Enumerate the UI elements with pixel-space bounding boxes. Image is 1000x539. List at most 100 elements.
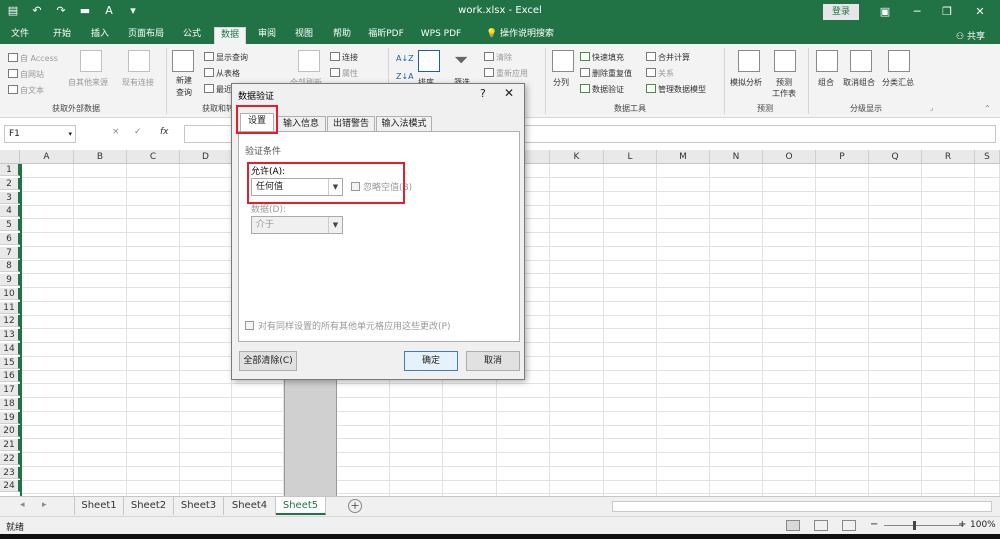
column-header-o[interactable]: O xyxy=(763,150,816,164)
column-header-s[interactable]: S xyxy=(975,150,1000,164)
subtotal-button[interactable]: 分类汇总 xyxy=(882,77,914,88)
from-table-button[interactable]: 从表格 xyxy=(204,68,240,79)
flash-fill-button[interactable]: 快速填充 xyxy=(580,52,624,63)
column-header-l[interactable]: L xyxy=(604,150,657,164)
row-header-1[interactable]: 1 xyxy=(0,164,20,176)
row-header-17[interactable]: 17 xyxy=(0,384,20,396)
remove-duplicates-button[interactable]: 删除重复值 xyxy=(580,68,632,79)
tab-ime-mode[interactable]: 输入法模式 xyxy=(376,116,432,132)
tab-view[interactable]: 视图 xyxy=(290,27,318,44)
column-header-c[interactable]: C xyxy=(127,150,180,164)
column-header-d[interactable]: D xyxy=(180,150,232,164)
select-all-corner[interactable] xyxy=(0,150,20,164)
consolidate-button[interactable]: 合并计算 xyxy=(646,52,690,63)
zoom-out-button[interactable]: − xyxy=(870,519,878,530)
zoom-level[interactable]: 100% xyxy=(970,520,996,530)
tab-review[interactable]: 审阅 xyxy=(253,27,281,44)
insert-function-icon[interactable]: fx xyxy=(160,127,169,137)
group-button[interactable]: 组合 xyxy=(818,77,834,88)
row-header-20[interactable]: 20 xyxy=(0,425,20,438)
help-icon[interactable]: ? xyxy=(480,87,486,100)
column-header-k[interactable]: K xyxy=(550,150,604,164)
share-button[interactable]: ⚇ 共享 xyxy=(956,29,985,42)
row-header-15[interactable]: 15 xyxy=(0,356,20,369)
cancel-icon[interactable]: × xyxy=(112,127,120,137)
column-header-q[interactable]: Q xyxy=(869,150,922,164)
sheet-tab-sheet4[interactable]: Sheet4 xyxy=(224,497,276,515)
zoom-slider-track[interactable] xyxy=(884,525,964,526)
sort-ascending-button[interactable]: A↓Z xyxy=(396,54,414,63)
manage-data-model-button[interactable]: 管理数据模型 xyxy=(646,84,706,95)
row-header-5[interactable]: 5 xyxy=(0,219,20,231)
column-header-n[interactable]: N xyxy=(710,150,763,164)
page-break-view-icon[interactable] xyxy=(842,520,856,531)
row-header-14[interactable]: 14 xyxy=(0,342,20,355)
outline-dialog-launcher-icon[interactable]: ⌟ xyxy=(930,104,933,112)
zoom-slider-handle[interactable] xyxy=(913,521,916,530)
row-header-18[interactable]: 18 xyxy=(0,397,20,410)
tab-help[interactable]: 帮助 xyxy=(328,27,356,44)
other-sources-button[interactable]: 自其他来源 xyxy=(68,77,108,88)
clear-filter-button[interactable]: 清除 xyxy=(484,52,512,63)
row-header-23[interactable]: 23 xyxy=(0,466,20,479)
relationships-button[interactable]: 关系 xyxy=(646,68,674,79)
column-header-m[interactable]: M xyxy=(657,150,710,164)
row-header-9[interactable]: 9 xyxy=(0,274,20,286)
row-header-2[interactable]: 2 xyxy=(0,177,20,190)
enter-icon[interactable]: ✓ xyxy=(134,127,142,137)
zoom-in-button[interactable]: + xyxy=(958,519,966,530)
tab-data[interactable]: 数据 xyxy=(214,27,246,44)
close-icon[interactable]: ✕ xyxy=(970,2,990,22)
sheet-nav-next-icon[interactable]: ▸ xyxy=(42,500,47,510)
column-header-a[interactable]: A xyxy=(20,150,74,164)
properties-button[interactable]: 属性 xyxy=(330,68,358,79)
apply-all-checkbox[interactable] xyxy=(245,321,254,330)
tab-home[interactable]: 开始 xyxy=(48,27,76,44)
tell-me-search[interactable]: 💡 操作说明搜索 xyxy=(478,27,562,44)
row-header-4[interactable]: 4 xyxy=(0,205,20,218)
from-access-button[interactable]: 自 Access xyxy=(8,53,58,64)
row-header-24[interactable]: 24 xyxy=(0,480,20,493)
row-header-7[interactable]: 7 xyxy=(0,246,20,259)
row-header-19[interactable]: 19 xyxy=(0,411,20,424)
forecast-sheet-button[interactable]: 预测 xyxy=(776,77,792,88)
sheet-tab-sheet5[interactable]: Sheet5 xyxy=(276,497,326,515)
reapply-filter-button[interactable]: 重新应用 xyxy=(484,68,528,79)
sheet-tab-sheet1[interactable]: Sheet1 xyxy=(74,497,124,515)
row-header-16[interactable]: 16 xyxy=(0,370,20,383)
sheet-tab-sheet3[interactable]: Sheet3 xyxy=(174,497,224,515)
row-header-6[interactable]: 6 xyxy=(0,232,20,245)
row-header-8[interactable]: 8 xyxy=(0,260,20,273)
existing-connections-button[interactable]: 现有连接 xyxy=(122,77,154,88)
collapse-ribbon-icon[interactable]: ⌃ xyxy=(984,104,991,113)
clear-all-button[interactable]: 全部清除(C) xyxy=(239,351,297,371)
tab-file[interactable]: 文件 xyxy=(6,27,34,44)
recent-sources-button[interactable]: 最近 xyxy=(204,84,232,95)
tab-wps-pdf[interactable]: WPS PDF xyxy=(418,27,464,44)
ok-button[interactable]: 确定 xyxy=(404,351,458,371)
name-box[interactable]: F1 ▾ xyxy=(4,125,76,143)
row-header-12[interactable]: 12 xyxy=(0,315,20,328)
cancel-button[interactable]: 取消 xyxy=(466,351,520,371)
sort-descending-button[interactable]: Z↓A xyxy=(396,72,414,81)
ungroup-button[interactable]: 取消组合 xyxy=(843,77,875,88)
normal-view-icon[interactable] xyxy=(786,520,800,531)
from-text-button[interactable]: 自文本 xyxy=(8,85,44,96)
new-query-button[interactable]: 新建 xyxy=(176,75,192,86)
tab-error-alert[interactable]: 出错警告 xyxy=(327,116,375,132)
dialog-close-icon[interactable]: ✕ xyxy=(504,86,514,100)
column-header-b[interactable]: B xyxy=(74,150,127,164)
tab-formulas[interactable]: 公式 xyxy=(178,27,206,44)
show-queries-button[interactable]: 显示查询 xyxy=(204,52,248,63)
row-header-3[interactable]: 3 xyxy=(0,191,20,204)
horizontal-scrollbar[interactable] xyxy=(612,501,992,512)
column-header-p[interactable]: P xyxy=(816,150,869,164)
row-header-10[interactable]: 10 xyxy=(0,287,20,300)
row-header-11[interactable]: 11 xyxy=(0,301,20,314)
ribbon-display-icon[interactable]: ▣ xyxy=(875,2,895,22)
row-header-13[interactable]: 13 xyxy=(0,329,20,341)
row-header-22[interactable]: 22 xyxy=(0,452,20,465)
tab-insert[interactable]: 插入 xyxy=(86,27,114,44)
tab-page-layout[interactable]: 页面布局 xyxy=(124,27,168,44)
data-validation-button[interactable]: 数据验证 xyxy=(580,84,624,95)
